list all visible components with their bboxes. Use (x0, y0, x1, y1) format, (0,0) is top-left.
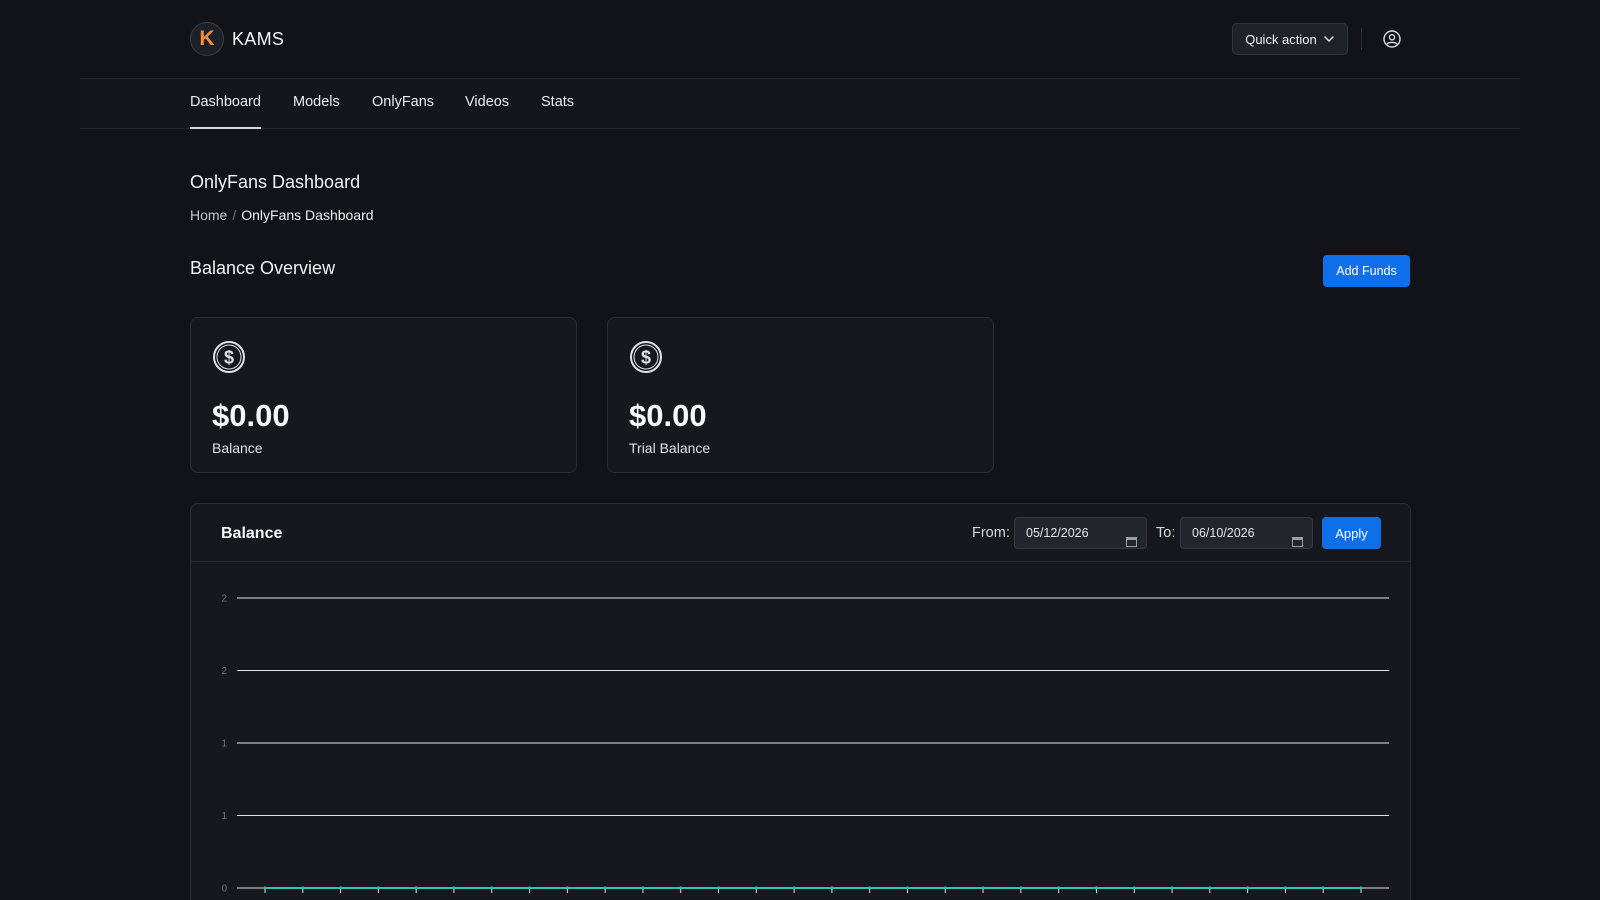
chart-title: Balance (221, 525, 283, 542)
from-label: From: (972, 525, 1010, 541)
y-tick-label: 2 (221, 594, 227, 605)
quick-action-button[interactable]: Quick action (1232, 23, 1348, 55)
add-funds-button[interactable]: Add Funds (1323, 255, 1410, 287)
data-point[interactable] (717, 886, 721, 890)
main-nav: Dashboard Models OnlyFans Videos Stats (80, 79, 1520, 129)
data-point[interactable] (1283, 886, 1287, 890)
breadcrumb: Home / OnlyFans Dashboard (190, 207, 374, 223)
trial-balance-label: Trial Balance (629, 440, 711, 456)
to-date-value: 06/10/2026 (1192, 526, 1255, 540)
data-point[interactable] (868, 886, 872, 890)
calendar-icon[interactable] (1126, 528, 1137, 547)
data-point[interactable] (603, 886, 607, 890)
data-point[interactable] (490, 886, 494, 890)
svg-text:$: $ (641, 348, 651, 368)
data-point[interactable] (263, 886, 267, 890)
dollar-circle-icon: $ (629, 340, 663, 374)
brand-name: KAMS (232, 28, 285, 49)
nav-item-videos[interactable]: Videos (465, 79, 509, 129)
nav-item-models[interactable]: Models (293, 79, 340, 129)
calendar-icon[interactable] (1292, 528, 1303, 547)
to-date-input[interactable]: 06/10/2026 (1180, 517, 1313, 549)
data-point[interactable] (301, 886, 305, 890)
data-point[interactable] (452, 886, 456, 890)
balance-overview-title: Balance Overview (190, 258, 336, 278)
balance-amount: $0.00 (212, 398, 290, 433)
data-point[interactable] (1170, 886, 1174, 890)
data-point[interactable] (943, 886, 947, 890)
balance-card: $ $0.00 Balance (190, 317, 577, 473)
data-point[interactable] (1094, 886, 1098, 890)
data-point[interactable] (339, 886, 343, 890)
data-point[interactable] (905, 886, 909, 890)
svg-text:$: $ (224, 348, 234, 368)
from-date-value: 05/12/2026 (1026, 526, 1089, 540)
nav-item-stats[interactable]: Stats (541, 79, 574, 129)
data-point[interactable] (1321, 886, 1325, 890)
data-point[interactable] (565, 886, 569, 890)
dollar-circle-icon: $ (212, 340, 246, 374)
y-tick-label: 1 (221, 739, 227, 750)
nav-item-onlyfans[interactable]: OnlyFans (372, 79, 434, 129)
breadcrumb-home[interactable]: Home (190, 207, 227, 223)
apply-button[interactable]: Apply (1322, 517, 1381, 549)
brand[interactable]: K KAMS (190, 22, 284, 56)
data-point[interactable] (1208, 886, 1212, 890)
data-point[interactable] (1359, 886, 1363, 890)
data-point[interactable] (1132, 886, 1136, 890)
chevron-down-icon (1323, 33, 1335, 45)
breadcrumb-separator: / (232, 207, 237, 223)
page-title: OnlyFans Dashboard (190, 172, 361, 192)
kams-logo: K (190, 22, 224, 56)
data-point[interactable] (1246, 886, 1250, 890)
trial-balance-card: $ $0.00 Trial Balance (607, 317, 994, 473)
y-tick-label: 0 (221, 884, 227, 895)
balance-label: Balance (212, 440, 263, 456)
data-point[interactable] (679, 886, 683, 890)
data-point[interactable] (792, 886, 796, 890)
data-point[interactable] (754, 886, 758, 890)
nav-item-dashboard[interactable]: Dashboard (190, 79, 261, 129)
from-date-input[interactable]: 05/12/2026 (1014, 517, 1147, 549)
chart-header: Balance From: 05/12/2026 To: 06/10/2026 … (191, 504, 1410, 562)
data-point[interactable] (376, 886, 380, 890)
header-divider (1361, 28, 1362, 50)
data-point[interactable] (414, 886, 418, 890)
y-tick-label: 2 (221, 666, 227, 677)
data-point[interactable] (830, 886, 834, 890)
quick-action-label: Quick action (1245, 31, 1317, 47)
data-point[interactable] (981, 886, 985, 890)
data-point[interactable] (641, 886, 645, 890)
y-tick-label: 1 (221, 811, 227, 822)
data-point[interactable] (1057, 886, 1061, 890)
user-account-icon[interactable] (1382, 29, 1402, 49)
breadcrumb-current: OnlyFans Dashboard (241, 207, 374, 223)
balance-line-chart: 2 2 1 1 0 (221, 594, 1389, 895)
data-point[interactable] (528, 886, 532, 890)
data-point[interactable] (1019, 886, 1023, 890)
balance-chart-panel: Balance From: 05/12/2026 To: 06/10/2026 … (190, 503, 1411, 900)
top-header: K KAMS Quick action (80, 0, 1520, 79)
to-label: To: (1156, 525, 1176, 541)
trial-balance-amount: $0.00 (629, 398, 707, 433)
